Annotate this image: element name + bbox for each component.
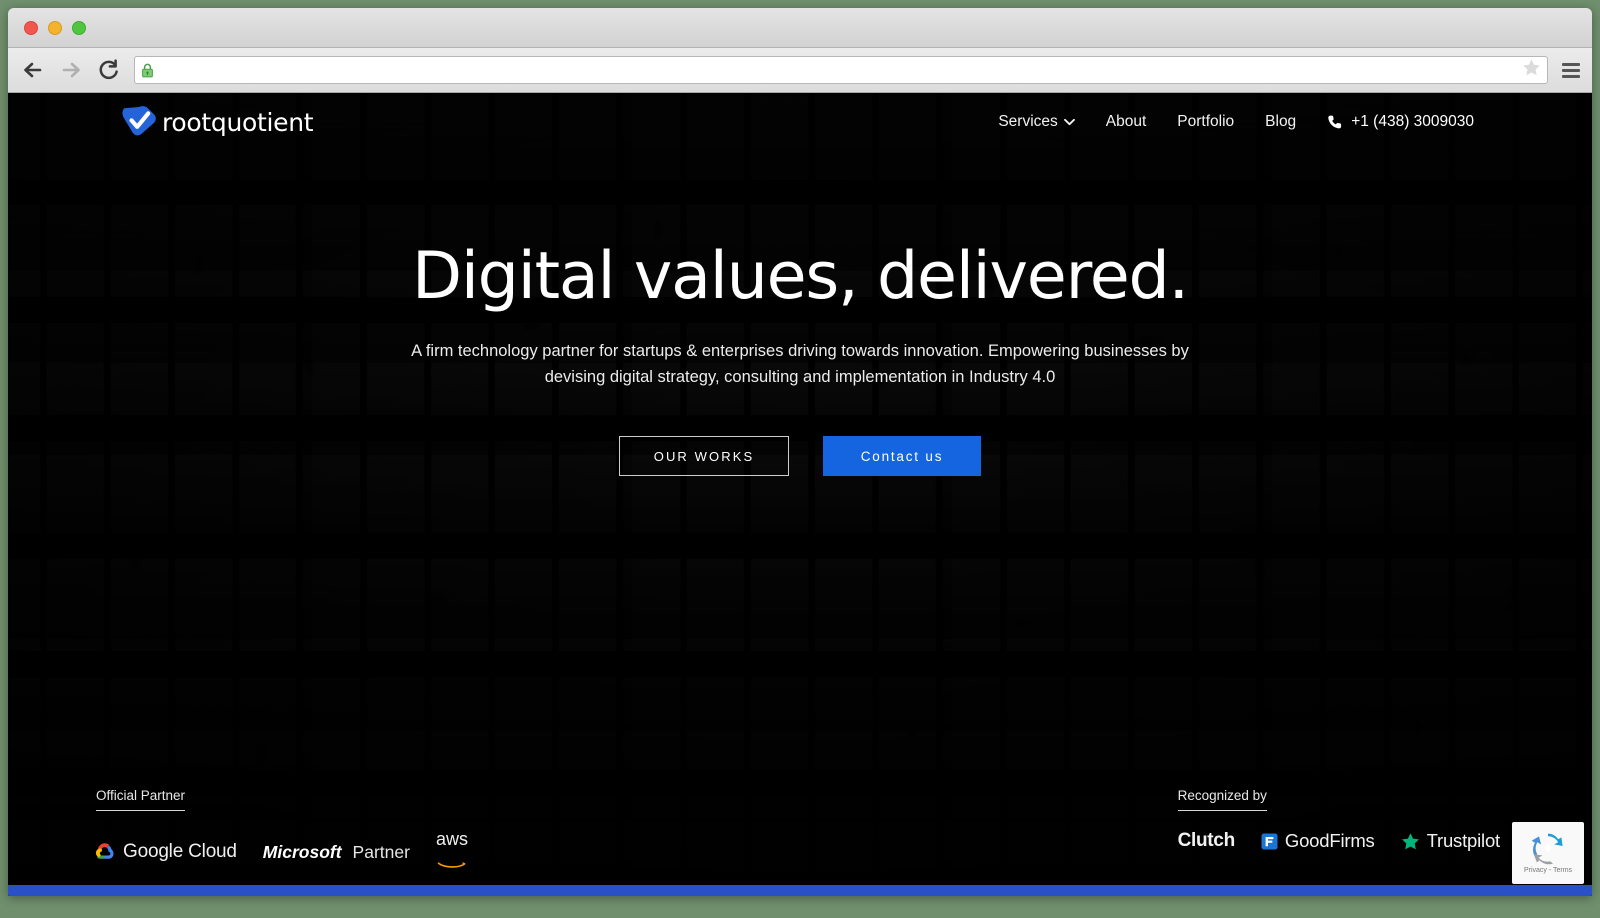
clutch-text: Clutch <box>1177 830 1236 851</box>
background-scrim <box>8 93 1592 896</box>
trust-strip: Official Partner Google Cloud Microsoft … <box>8 788 1592 874</box>
checkmark-logo-icon <box>120 105 158 139</box>
trustpilot-star-icon <box>1401 832 1420 851</box>
goodfirms-logo[interactable]: GoodFirms <box>1261 830 1375 852</box>
aws-text: aws <box>435 829 468 849</box>
recognized-by-label: Recognized by <box>1177 788 1267 811</box>
partner-text: Partner <box>352 841 410 862</box>
window-controls <box>24 20 86 35</box>
nav-phone-link[interactable]: +1 (438) 3009030 <box>1327 113 1474 131</box>
maximize-window-button[interactable] <box>72 20 86 35</box>
google-cloud-text: Google Cloud <box>123 841 237 862</box>
goodfirms-icon <box>1261 833 1278 850</box>
nav-item-blog[interactable]: Blog <box>1265 113 1296 131</box>
recaptcha-badge[interactable]: Privacy - Terms <box>1512 822 1584 884</box>
menu-line <box>1562 74 1580 78</box>
phone-icon <box>1327 114 1343 130</box>
site-header: rootquotient Services About Portfolio Bl… <box>8 93 1592 151</box>
nav-item-services[interactable]: Services <box>998 113 1075 131</box>
address-bar[interactable] <box>134 56 1548 84</box>
trustpilot-logo[interactable]: Trustpilot <box>1401 830 1500 852</box>
partner-logo-list: Google Cloud Microsoft Partner aws <box>96 830 468 874</box>
lock-icon <box>141 63 154 78</box>
nav-label-services: Services <box>998 113 1058 130</box>
hero-background-image <box>8 93 1592 896</box>
hero-actions: OUR WORKS Contact us <box>619 436 981 477</box>
nav-label-about: About <box>1105 113 1147 130</box>
main-navigation: Services About Portfolio Blog +1 (438) 3… <box>998 113 1474 131</box>
our-works-button[interactable]: OUR WORKS <box>619 436 789 477</box>
nav-item-portfolio[interactable]: Portfolio <box>1177 113 1234 131</box>
recognized-logo-list: Clutch GoodFirms Trustpilot <box>1177 830 1501 852</box>
site-logo[interactable]: rootquotient <box>120 105 314 139</box>
minimize-window-button[interactable] <box>48 20 62 35</box>
google-cloud-logo[interactable]: Google Cloud <box>96 841 237 863</box>
contact-us-button[interactable]: Contact us <box>823 436 981 477</box>
bottom-accent-bar <box>8 885 1592 896</box>
nav-label-portfolio: Portfolio <box>1177 113 1235 130</box>
nav-item-about[interactable]: About <box>1106 113 1147 131</box>
bookmark-star-icon[interactable] <box>1522 58 1541 82</box>
chevron-down-icon <box>1063 113 1075 131</box>
browser-toolbar <box>8 48 1592 93</box>
hero-subtitle: A firm technology partner for startups &… <box>411 342 1189 386</box>
aws-swoosh-icon <box>437 856 467 874</box>
reload-button[interactable] <box>96 57 122 83</box>
official-partner-group: Official Partner Google Cloud Microsoft … <box>96 788 468 874</box>
phone-number: +1 (438) 3009030 <box>1351 113 1474 130</box>
recognized-by-group: Recognized by Clutch GoodFirms Trustpilo… <box>1177 788 1501 874</box>
official-partner-label: Official Partner <box>96 788 186 811</box>
back-button[interactable] <box>20 57 46 83</box>
clutch-logo[interactable]: Clutch <box>1177 830 1236 852</box>
forward-button[interactable] <box>58 57 84 83</box>
recaptcha-privacy-terms[interactable]: Privacy - Terms <box>1524 867 1572 874</box>
hero-title: Digital values, delivered. <box>411 239 1189 314</box>
menu-line <box>1562 68 1580 72</box>
page-viewport: rootquotient Services About Portfolio Bl… <box>8 93 1592 896</box>
hero-section: Digital values, delivered. A firm techno… <box>8 239 1592 477</box>
trustpilot-text: Trustpilot <box>1426 830 1501 851</box>
browser-window: rootquotient Services About Portfolio Bl… <box>8 8 1592 896</box>
microsoft-partner-logo[interactable]: Microsoft Partner <box>263 842 410 863</box>
google-cloud-icon <box>96 843 116 861</box>
menu-line <box>1562 62 1580 66</box>
recaptcha-icon <box>1531 833 1565 865</box>
close-window-button[interactable] <box>24 20 38 35</box>
nav-label-blog: Blog <box>1265 113 1297 130</box>
aws-logo[interactable]: aws <box>436 830 468 874</box>
microsoft-text: Microsoft <box>262 841 342 862</box>
browser-menu-button[interactable] <box>1560 59 1582 82</box>
browser-titlebar <box>8 8 1592 48</box>
goodfirms-text: GoodFirms <box>1284 830 1375 851</box>
logo-text: rootquotient <box>162 107 314 137</box>
